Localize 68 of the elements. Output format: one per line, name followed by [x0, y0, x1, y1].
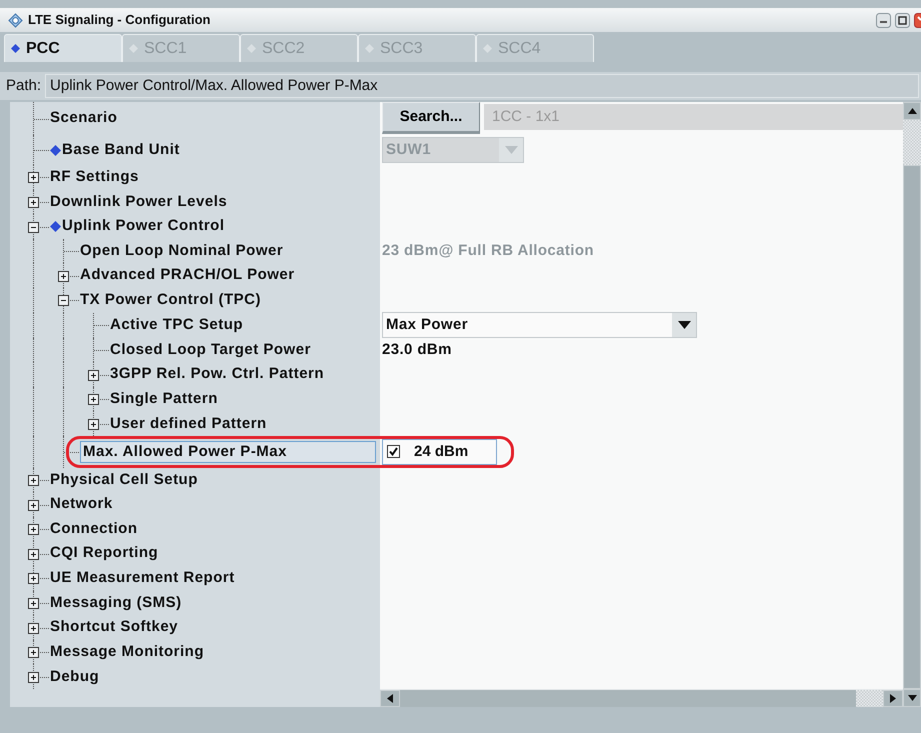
tree-item[interactable]: TX Power Control (TPC): [80, 289, 261, 312]
dropdown[interactable]: Max Power: [382, 312, 697, 338]
tree-item[interactable]: Message Monitoring: [50, 640, 204, 664]
tree-item[interactable]: Messaging (SMS): [50, 592, 182, 614]
horizontal-scrollbar[interactable]: [380, 689, 903, 708]
path-field: Uplink Power Control/Max. Allowed Power P-Max: [45, 74, 919, 98]
expand-icon[interactable]: [88, 370, 99, 381]
tree-item[interactable]: Network: [50, 493, 113, 516]
expand-icon[interactable]: [28, 647, 39, 658]
tree-item[interactable]: Open Loop Nominal Power: [80, 240, 284, 262]
tree-item[interactable]: Active TPC Setup: [110, 314, 244, 336]
value-text: 23.0 dBm: [382, 340, 452, 360]
tree-item[interactable]: Base Band Unit: [50, 138, 180, 162]
expand-icon[interactable]: [28, 500, 39, 510]
expand-icon[interactable]: [28, 474, 39, 486]
tree-item[interactable]: Connection: [50, 518, 138, 540]
expand-icon[interactable]: [28, 548, 39, 560]
tree-item[interactable]: Shortcut Softkey: [50, 616, 178, 639]
path-label: Path:: [6, 76, 42, 96]
diamond-icon: [11, 44, 20, 53]
expand-icon[interactable]: [28, 172, 39, 184]
tree-item[interactable]: RF Settings: [50, 166, 139, 189]
tree-item[interactable]: Max. Allowed Power P-Max: [80, 440, 376, 463]
diamond-icon: [365, 44, 374, 53]
close-icon[interactable]: [914, 12, 921, 28]
tab[interactable]: PCC: [4, 34, 122, 62]
expand-icon[interactable]: [28, 573, 39, 584]
tree-item[interactable]: Closed Loop Target Power: [110, 338, 311, 362]
tree-item[interactable]: UE Measurement Report: [50, 567, 235, 590]
tree-item[interactable]: User defined Pattern: [110, 412, 267, 436]
expand-icon[interactable]: [28, 598, 39, 609]
search-button[interactable]: Search...: [382, 102, 480, 134]
expand-icon[interactable]: [28, 672, 39, 683]
expand-icon[interactable]: [88, 394, 99, 406]
maximize-icon[interactable]: [895, 12, 910, 28]
diamond-icon: [50, 144, 61, 156]
app-logo-icon: [8, 12, 23, 28]
tree-item[interactable]: 3GPP Rel. Pow. Ctrl. Pattern: [110, 363, 324, 386]
scroll-up-icon[interactable]: [908, 108, 916, 114]
diamond-icon: [483, 44, 492, 53]
tree-item[interactable]: Uplink Power Control: [50, 215, 225, 238]
expand-icon[interactable]: [28, 196, 39, 208]
tree-item[interactable]: Debug: [50, 666, 100, 688]
tree-item[interactable]: Physical Cell Setup: [50, 468, 198, 492]
diamond-icon: [129, 44, 138, 53]
collapse-icon[interactable]: [28, 222, 39, 233]
expand-icon[interactable]: [28, 622, 39, 634]
tree-item[interactable]: Downlink Power Levels: [50, 190, 228, 214]
value-text: 24 dBm: [414, 442, 468, 462]
expand-icon[interactable]: [28, 524, 39, 536]
tree-item[interactable]: Scenario: [50, 107, 118, 130]
expand-icon[interactable]: [58, 270, 69, 282]
diamond-icon: [247, 44, 256, 53]
tree-item[interactable]: Single Pattern: [110, 388, 218, 410]
dropdown-arrow-icon[interactable]: [678, 321, 690, 330]
scroll-right-icon[interactable]: [890, 694, 896, 704]
minimize-icon[interactable]: [876, 12, 891, 28]
scenario-field: 1CC - 1x1: [484, 104, 903, 130]
scroll-down-icon[interactable]: [908, 695, 916, 701]
diamond-icon: [50, 221, 61, 232]
tree-item[interactable]: Advanced PRACH/OL Power: [80, 264, 295, 287]
collapse-icon[interactable]: [58, 295, 69, 306]
value-text: 23 dBm@ Full RB Allocation: [382, 240, 594, 261]
checkbox[interactable]: [387, 445, 400, 458]
tree-item[interactable]: CQI Reporting: [50, 542, 158, 565]
window-title: LTE Signaling - Configuration: [28, 11, 210, 30]
expand-icon[interactable]: [88, 418, 99, 430]
scroll-left-icon[interactable]: [387, 694, 393, 704]
